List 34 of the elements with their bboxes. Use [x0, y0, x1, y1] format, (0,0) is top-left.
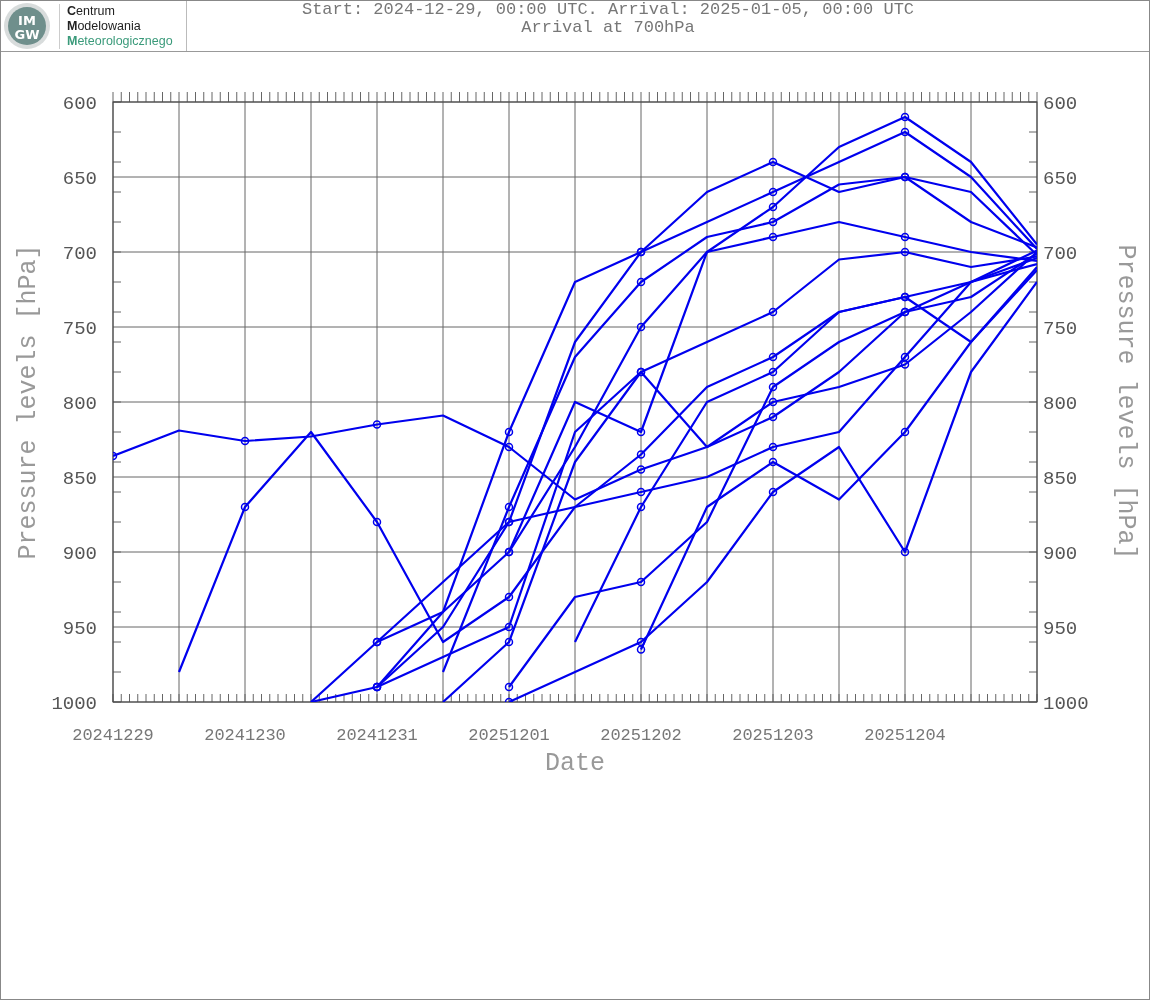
y-axis-label: Pressure levels [hPa]: [14, 244, 43, 560]
y-tick-label: 850: [1043, 468, 1078, 490]
y-tick-label: 850: [62, 468, 97, 490]
y-tick-label: 750: [1043, 318, 1078, 340]
y-tick-label: 900: [62, 543, 97, 565]
x-tick-label: 20251202: [600, 726, 682, 745]
x-tick-label: 20241230: [204, 726, 286, 745]
y-tick-label: 600: [1043, 93, 1078, 115]
x-tick-label: 20251204: [864, 726, 946, 745]
y-tick-label: 950: [1043, 618, 1078, 640]
y-tick-label: 800: [62, 393, 97, 415]
y-tick-label: 800: [1043, 393, 1078, 415]
chart-title: Arrival at 700hPa: [521, 19, 695, 37]
x-tick-label: 20241231: [336, 726, 418, 745]
chart-title: Start: 2024-12-29, 00:00 UTC. Arrival: 2025-01-05, 00:00 UTC: [301, 1, 915, 19]
y-tick-label: 650: [62, 168, 97, 190]
y-axis-label: Pressure levels [hPa]: [1111, 244, 1140, 560]
y-tick-label: 900: [1043, 543, 1078, 565]
y-tick-label: 650: [1043, 168, 1078, 190]
logo-text: Meteorologicznego: [67, 33, 173, 49]
x-tick-label: 20251201: [468, 726, 550, 745]
y-tick-label: 700: [1043, 243, 1078, 265]
y-tick-label: 700: [62, 243, 97, 265]
x-tick-label: 20251203: [732, 726, 814, 745]
x-axis-label: Date: [545, 749, 605, 778]
y-tick-label: 1000: [1043, 693, 1089, 715]
logo-text: Modelowania: [67, 18, 142, 34]
y-tick-label: 750: [62, 318, 97, 340]
logo-text: Centrum: [67, 3, 116, 19]
y-tick-label: 950: [62, 618, 97, 640]
y-tick-label: 1000: [51, 693, 97, 715]
y-tick-label: 600: [62, 93, 97, 115]
logo-emblem: IM GW: [3, 2, 51, 50]
x-tick-label: 20241229: [72, 726, 154, 745]
